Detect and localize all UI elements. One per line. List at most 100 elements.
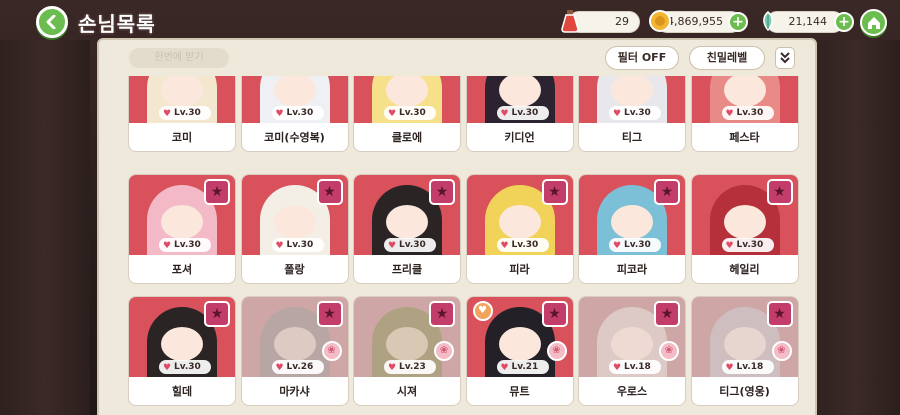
heart-icon: ♥ xyxy=(388,363,397,373)
guest-card[interactable]: ♥ Lv.18 우로스 ★ ❀ xyxy=(578,296,686,406)
star-icon[interactable]: ★ xyxy=(654,301,680,327)
level-text: Lv.30 xyxy=(286,240,314,250)
heart-icon: ♥ xyxy=(163,363,172,373)
heart-icon: ♥ xyxy=(500,241,509,251)
level-text: Lv.30 xyxy=(174,240,201,250)
heart-icon: ♥ xyxy=(613,241,622,251)
heart-icon: ♥ xyxy=(163,109,172,119)
leaf-icon xyxy=(754,7,782,35)
star-icon[interactable]: ★ xyxy=(766,179,793,205)
guest-card[interactable]: ♥ Lv.18 티그(영웅) ★ ❀ xyxy=(690,296,799,406)
level-text: Lv.18 xyxy=(736,362,764,372)
heart-icon: ♥ xyxy=(163,241,172,251)
guest-card[interactable]: ♥ Lv.30 피코라 ★ xyxy=(578,174,686,284)
guest-face xyxy=(273,327,316,361)
level-text: Lv.30 xyxy=(399,108,426,118)
level-badge: ♥ Lv.18 xyxy=(721,360,774,374)
guest-name: 피코라 xyxy=(616,263,648,276)
heart-icon: ♥ xyxy=(275,241,284,251)
guest-card[interactable]: ♥ Lv.30 페스타 xyxy=(690,76,799,152)
guest-name: 시져 xyxy=(396,385,418,398)
guest-face xyxy=(386,205,428,239)
level-badge: ♥ Lv.30 xyxy=(609,106,661,120)
gift-icon[interactable]: ❀ xyxy=(659,341,679,361)
star-icon[interactable]: ★ xyxy=(429,301,455,327)
level-text: Lv.30 xyxy=(511,240,539,250)
guest-card[interactable]: ♥ Lv.30 프리클 ★ xyxy=(353,174,461,284)
gold-plus-button[interactable]: + xyxy=(728,12,748,32)
guest-card[interactable]: ♥ Lv.26 마카샤 ★ ❀ xyxy=(240,296,349,406)
collapse-button[interactable] xyxy=(775,47,795,69)
star-icon[interactable]: ★ xyxy=(316,301,343,327)
guest-card[interactable]: ♥ Lv.30 클로에 xyxy=(353,76,461,152)
level-text: Lv.30 xyxy=(736,240,764,250)
gift-icon[interactable]: ❀ xyxy=(434,341,454,361)
guest-name: 코미(수영복) xyxy=(264,131,325,144)
level-text: Lv.30 xyxy=(624,240,651,250)
heart-icon: ♥ xyxy=(388,241,397,251)
home-button[interactable] xyxy=(860,9,887,36)
gift-icon[interactable]: ❀ xyxy=(321,341,342,361)
heart-icon: ♥ xyxy=(500,363,509,373)
level-text: Lv.30 xyxy=(174,108,201,118)
star-icon[interactable]: ★ xyxy=(429,179,455,205)
heart-icon: ♥ xyxy=(725,241,734,251)
gold-value: 4,869,955 xyxy=(667,15,723,28)
potion-icon xyxy=(556,7,584,35)
guest-name: 폴랑 xyxy=(284,263,305,276)
guest-face xyxy=(498,205,541,239)
level-text: Lv.30 xyxy=(511,108,539,118)
sort-button[interactable]: 친밀레벨 xyxy=(689,46,765,70)
gift-icon[interactable]: ❀ xyxy=(771,341,792,361)
leaf-value: 21,144 xyxy=(788,15,828,28)
guest-card[interactable]: ♥ Lv.21 뮤트 ★ ❀ ♥ xyxy=(465,296,574,406)
level-text: Lv.30 xyxy=(286,108,314,118)
guest-card[interactable]: ♥ Lv.30 포셔 ★ xyxy=(128,174,236,284)
level-badge: ♥ Lv.30 xyxy=(159,360,211,374)
leaf-plus-button[interactable]: + xyxy=(834,12,854,32)
heart-icon: ♥ xyxy=(275,109,284,119)
guest-card[interactable]: ♥ Lv.30 힐데 ★ xyxy=(128,296,236,406)
guest-card[interactable]: ♥ Lv.30 코미(수영복) xyxy=(240,76,349,152)
star-icon[interactable]: ★ xyxy=(654,179,680,205)
notification-heart-icon: ♥ xyxy=(472,301,493,321)
gift-icon[interactable]: ❀ xyxy=(546,341,567,361)
guest-name: 우로스 xyxy=(616,385,648,398)
star-icon[interactable]: ★ xyxy=(766,301,793,327)
filter-button[interactable]: 필터 OFF xyxy=(605,46,679,70)
guest-face xyxy=(498,327,541,361)
guest-card[interactable]: ♥ Lv.23 시져 ★ ❀ xyxy=(353,296,461,406)
star-icon[interactable]: ★ xyxy=(541,179,568,205)
guest-card[interactable]: ♥ Lv.30 키디언 xyxy=(465,76,574,152)
star-icon[interactable]: ★ xyxy=(316,179,343,205)
star-icon[interactable]: ★ xyxy=(204,179,230,205)
level-badge: ♥ Lv.30 xyxy=(271,238,324,252)
level-badge: ♥ Lv.30 xyxy=(496,238,549,252)
heart-icon: ♥ xyxy=(613,109,622,119)
level-badge: ♥ Lv.30 xyxy=(384,238,436,252)
guest-name: 티그 xyxy=(621,131,643,144)
guest-card[interactable]: ♥ Lv.30 헤일리 ★ xyxy=(690,174,799,284)
guest-card[interactable]: ♥ Lv.30 폴랑 ★ xyxy=(240,174,349,284)
guest-face xyxy=(161,327,203,361)
heart-icon: ♥ xyxy=(725,109,734,119)
star-icon[interactable]: ★ xyxy=(204,301,230,327)
coin-icon xyxy=(646,7,674,35)
background-left xyxy=(0,40,90,415)
star-icon[interactable]: ★ xyxy=(541,301,568,327)
guest-name: 키디언 xyxy=(504,131,535,144)
guest-card[interactable]: ♥ Lv.30 티그 xyxy=(578,76,686,152)
page-title: 손님목록 xyxy=(78,12,156,36)
heart-icon: ♥ xyxy=(725,363,734,373)
claim-all-button[interactable]: 한번에 받기 xyxy=(129,48,229,68)
guest-card[interactable]: ♥ Lv.30 코미 xyxy=(128,76,236,152)
guest-face xyxy=(273,205,316,239)
guest-face xyxy=(498,76,541,107)
guest-face xyxy=(161,205,203,239)
potion-value: 29 xyxy=(615,15,629,28)
level-text: Lv.30 xyxy=(624,108,651,118)
guest-grid: ♥ Lv.30 코미 ♥ Lv.30 코미(수영복) ♥ Lv.30 클로에 ♥ Lv.30 키디언 ♥… xyxy=(128,76,803,415)
back-button[interactable] xyxy=(36,6,68,38)
guest-face xyxy=(386,327,428,361)
guest-card[interactable]: ♥ Lv.30 피라 ★ xyxy=(465,174,574,284)
